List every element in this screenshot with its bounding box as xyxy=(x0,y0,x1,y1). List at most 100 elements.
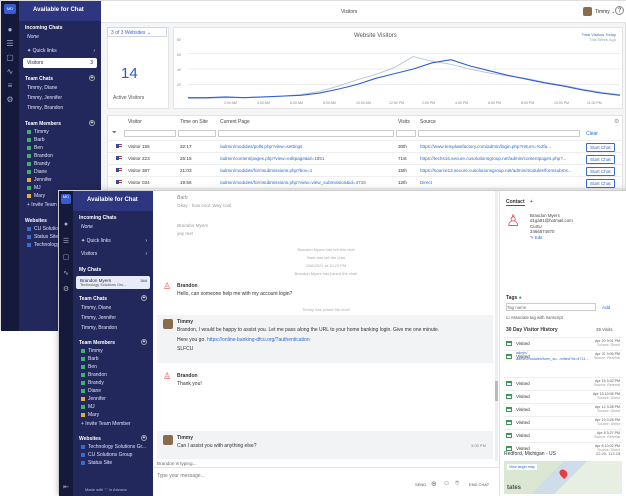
team-member-item[interactable]: Diane xyxy=(19,168,101,176)
user-menu[interactable]: Timmy ⌄ xyxy=(595,9,615,15)
team-chat-item[interactable]: Timmy, Diane xyxy=(73,303,153,313)
team-member-item[interactable]: Mary xyxy=(73,411,153,419)
history-row[interactable]: Visited Apr 15 10:08 PM Source: Direct xyxy=(504,390,622,402)
list-icon[interactable]: ☰ xyxy=(61,237,71,247)
team-member-item[interactable]: Brandon xyxy=(73,371,153,379)
send-button[interactable]: SEND xyxy=(415,482,426,487)
status-header[interactable]: Available for Chat xyxy=(19,1,101,21)
tag-input[interactable] xyxy=(506,303,596,311)
website-item[interactable]: CU Solutions Group xyxy=(73,451,153,459)
history-row[interactable]: Visited Apr 12 3:28 PM Source: Direct xyxy=(504,403,622,415)
add-website-icon[interactable]: + xyxy=(141,435,147,441)
source-link[interactable]: https://www.templatefactory.com/admin/lo… xyxy=(420,144,580,149)
history-row[interactable]: Visited Apr 16 3:32 PM Source: Referral xyxy=(504,377,622,389)
team-member-item[interactable]: Jennifer xyxy=(73,395,153,403)
team-member-item[interactable]: Brandon xyxy=(19,152,101,160)
scrollbar[interactable] xyxy=(495,191,498,461)
website-item[interactable]: Technology Solutions Gr... xyxy=(73,443,153,451)
document-icon[interactable]: ▢ xyxy=(61,253,71,263)
end-chat-button[interactable]: END CHAT xyxy=(469,482,489,487)
team-member-item[interactable]: MJ xyxy=(73,403,153,411)
team-chat-item[interactable]: Timmy, Jennifer xyxy=(73,313,153,323)
current-page-link[interactable]: /admin/modules/formsubmissions.php?view=… xyxy=(220,180,394,185)
active-chat-item[interactable]: Brandon Myers Technology Solutions Gro..… xyxy=(76,276,150,289)
team-member-item[interactable]: Brandy xyxy=(73,379,153,387)
add-team-chat-icon[interactable]: + xyxy=(141,295,147,301)
start-chat-button[interactable]: Start Chat xyxy=(586,167,615,176)
add-team-chat-icon[interactable]: + xyxy=(89,75,95,81)
col-visits[interactable]: Visits xyxy=(398,119,410,125)
team-member-item[interactable]: Timmy xyxy=(19,128,101,136)
team-chat-item[interactable]: Timmy, Diane xyxy=(19,83,101,93)
menu-icon[interactable]: ≡ xyxy=(4,81,16,91)
tab-add[interactable]: + xyxy=(530,199,533,205)
source-link[interactable]: https://source13.secure.cusolutionsgroup… xyxy=(420,168,580,173)
clear-filters-link[interactable]: Clear xyxy=(586,131,598,137)
add-tag-button[interactable]: Add xyxy=(602,305,610,310)
analytics-icon[interactable]: ∿ xyxy=(61,269,71,279)
attach-icon[interactable]: ⊕ xyxy=(431,480,437,488)
website-item[interactable]: Status Site xyxy=(73,459,153,467)
emoji-icon[interactable]: ☺ xyxy=(443,480,450,487)
table-row[interactable]: Visitor 034 19:56/admin/modules/formsubmi… xyxy=(108,176,624,188)
team-member-item[interactable]: Ben xyxy=(19,144,101,152)
add-member-icon[interactable]: + xyxy=(141,339,147,345)
source-link[interactable]: https://techs16.secure.cusolutionsgroup.… xyxy=(420,156,580,161)
history-row[interactable]: Visited Apr 10 3:28 PM Source: Direct xyxy=(504,416,622,428)
cobrowse-icon[interactable]: ⌾ xyxy=(455,480,459,488)
history-page-link[interactable]: admin/modules/form_su...mitted?id=4711..… xyxy=(516,357,616,361)
col-source[interactable]: Source xyxy=(420,119,436,125)
table-row[interactable]: Visitor 387 21:03/admin/modules/formsubmi… xyxy=(108,164,624,176)
team-chat-item[interactable]: Timmy, Brandon xyxy=(73,323,153,333)
team-member-item[interactable]: Timmy xyxy=(73,347,153,355)
history-page-link[interactable]: admin/ xyxy=(516,351,527,355)
avatar[interactable] xyxy=(583,7,592,16)
team-chat-item[interactable]: Timmy, Jennifer xyxy=(19,93,101,103)
document-icon[interactable]: ▢ xyxy=(4,53,16,63)
filter-source-input[interactable] xyxy=(418,130,580,137)
invite-member-link[interactable]: + Invite Team Member xyxy=(73,419,153,429)
quick-links-item[interactable]: ✦ Quick links › xyxy=(73,236,153,246)
team-member-item[interactable]: Brandy xyxy=(19,160,101,168)
table-row[interactable]: Visitor 223 26:15/admin/content/pages.php… xyxy=(108,152,624,164)
team-member-item[interactable]: Barb xyxy=(19,136,101,144)
col-page[interactable]: Current Page xyxy=(220,119,250,125)
team-member-item[interactable]: Barb xyxy=(73,355,153,363)
start-chat-button[interactable]: Start Chat xyxy=(586,179,615,188)
tab-contact[interactable]: Contact xyxy=(506,199,525,206)
filter-time-input[interactable] xyxy=(178,130,216,137)
team-member-item[interactable]: Diane xyxy=(73,387,153,395)
edit-contact-link[interactable]: ✎ Edit xyxy=(530,235,573,240)
associate-tag-checkbox[interactable]: ☑ Associate tag with transcript xyxy=(506,315,563,320)
source-link[interactable]: Direct xyxy=(420,180,580,185)
team-chat-item[interactable]: Timmy, Brandon xyxy=(19,103,101,113)
message-input[interactable] xyxy=(157,471,397,481)
help-icon[interactable]: ? xyxy=(615,6,624,15)
history-row[interactable]: Visited Apr 8 3:27 PM Source: Referral xyxy=(504,429,622,441)
chat-icon[interactable]: ● xyxy=(61,221,71,231)
logout-icon[interactable]: ⇤ xyxy=(61,483,71,493)
sidebar-item-visitors[interactable]: Visitors › xyxy=(73,249,153,259)
list-icon[interactable]: ☰ xyxy=(4,39,16,49)
gear-icon[interactable]: ⚙ xyxy=(614,118,619,125)
settings-icon[interactable]: ⚙ xyxy=(4,95,16,105)
status-header[interactable]: Available for Chat xyxy=(73,191,153,211)
settings-icon[interactable]: ⚙ xyxy=(61,285,71,295)
filter-visits-input[interactable] xyxy=(396,130,416,137)
start-chat-button[interactable]: Start Chat xyxy=(586,143,615,152)
analytics-icon[interactable]: ∿ xyxy=(4,67,16,77)
sidebar-item-visitors[interactable]: Visitors 3 xyxy=(23,58,97,68)
history-row[interactable]: Visited Apr 20 9:01 PM Source: Direct xyxy=(504,337,622,349)
col-visitor[interactable]: Visitor xyxy=(128,119,142,125)
current-page-link[interactable]: /admin/content/pages.php?view=editpage&i… xyxy=(220,156,394,161)
current-page-link[interactable]: /admin/modules/formsubmissions.php?box=1 xyxy=(220,168,394,173)
chat-icon[interactable]: ● xyxy=(4,25,16,35)
table-row[interactable]: Visitor 155 32:17/admin/modules/polls.php… xyxy=(108,140,624,152)
team-member-item[interactable]: Ben xyxy=(73,363,153,371)
location-map[interactable]: View larger map tates xyxy=(504,461,622,494)
view-larger-map-link[interactable]: View larger map xyxy=(507,464,537,470)
quick-links-item[interactable]: ✦ Quick links › xyxy=(19,46,101,56)
filter-icon[interactable]: ⏷ xyxy=(112,130,117,137)
start-chat-button[interactable]: Start Chat xyxy=(586,155,615,164)
website-selector[interactable]: 3 of 3 Websites ⌄ xyxy=(107,27,167,37)
